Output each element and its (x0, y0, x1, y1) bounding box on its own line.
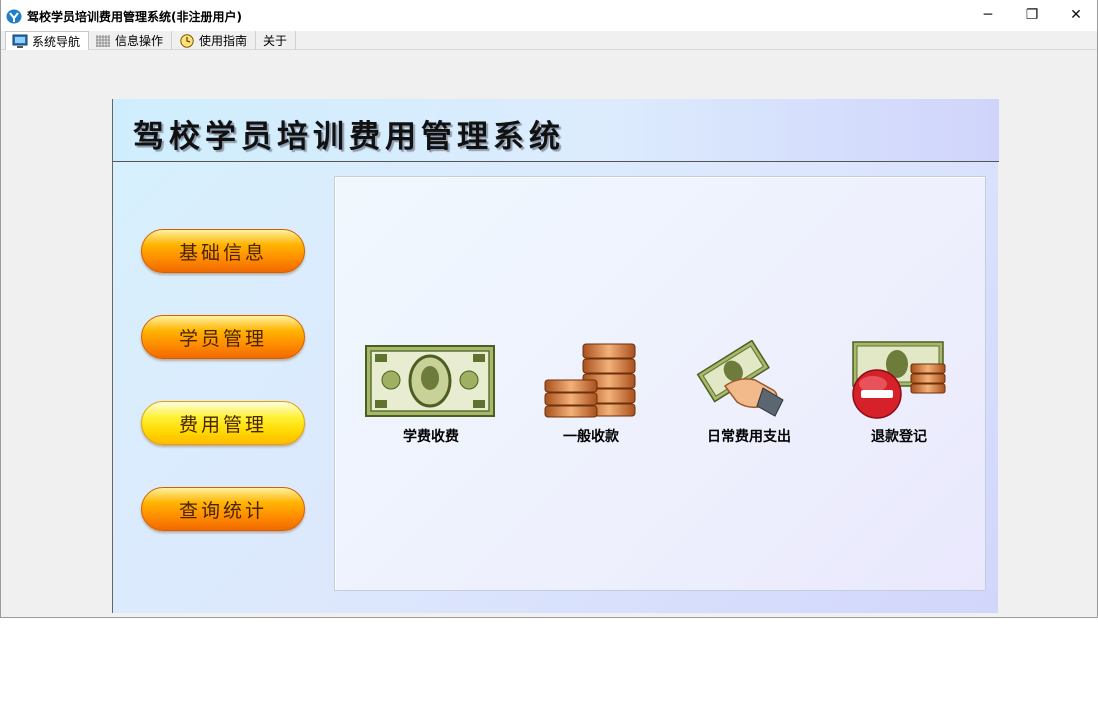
refund-icon (852, 341, 946, 419)
hand-money-icon (696, 340, 784, 417)
close-button[interactable]: ✕ (1053, 0, 1097, 30)
function-label: 一般收款 (563, 429, 619, 445)
student-management-button[interactable]: 学员管理 (141, 315, 305, 359)
tab-user-guide[interactable]: 使用指南 (173, 31, 257, 50)
app-window: 驾校学员培训费用管理系统(非注册用户) ─ ❐ ✕ 系统导航 信息操作 使用指南… (0, 0, 1098, 618)
fee-management-button[interactable]: 费用管理 (141, 401, 305, 445)
clock-icon (180, 33, 194, 48)
button-label: 学员管理 (178, 327, 267, 350)
tab-system-navigation[interactable]: 系统导航 (5, 31, 90, 50)
restore-button[interactable]: ❐ (1009, 0, 1055, 30)
title-bar: 驾校学员培训费用管理系统(非注册用户) ─ ❐ ✕ (1, 0, 1097, 31)
function-area: 学费收费 一般收款 日常费用支出 退款登记 (334, 176, 986, 591)
tab-label: 系统导航 (32, 34, 81, 49)
banknote-icon (365, 345, 495, 417)
function-label: 学费收费 (403, 429, 459, 445)
panel-header: 驾校学员培训费用管理系统 (113, 99, 999, 162)
query-statistics-button[interactable]: 查询统计 (141, 487, 305, 531)
general-receipt-function[interactable]: 一般收款 (521, 340, 661, 450)
button-label: 查询统计 (178, 499, 267, 522)
button-label: 费用管理 (178, 413, 267, 436)
function-label: 日常费用支出 (707, 429, 791, 445)
basic-info-button[interactable]: 基础信息 (141, 229, 305, 273)
tab-label: 使用指南 (199, 34, 248, 48)
app-logo-icon (6, 9, 22, 24)
function-label: 退款登记 (871, 429, 927, 445)
menu-tab-bar: 系统导航 信息操作 使用指南 关于 (1, 31, 1097, 50)
window-title: 驾校学员培训费用管理系统(非注册用户) (27, 10, 242, 24)
minimize-button[interactable]: ─ (965, 0, 1011, 30)
navigation-panel: 驾校学员培训费用管理系统 基础信息 学员管理 费用管理 查询统计 学费收费 一般… (112, 99, 999, 613)
tab-label: 信息操作 (115, 34, 164, 48)
coins-icon (544, 343, 636, 418)
monitor-icon (12, 34, 28, 48)
refund-registration-function[interactable]: 退款登记 (829, 340, 969, 450)
tab-info-operation[interactable]: 信息操作 (89, 31, 173, 50)
tab-about[interactable]: 关于 (257, 31, 297, 50)
button-label: 基础信息 (178, 241, 267, 264)
tuition-fee-function[interactable]: 学费收费 (361, 340, 501, 450)
daily-expense-function[interactable]: 日常费用支出 (679, 340, 819, 450)
tab-label: 关于 (263, 34, 288, 48)
grid-icon (96, 34, 110, 47)
system-title: 驾校学员培训费用管理系统 (133, 119, 565, 155)
